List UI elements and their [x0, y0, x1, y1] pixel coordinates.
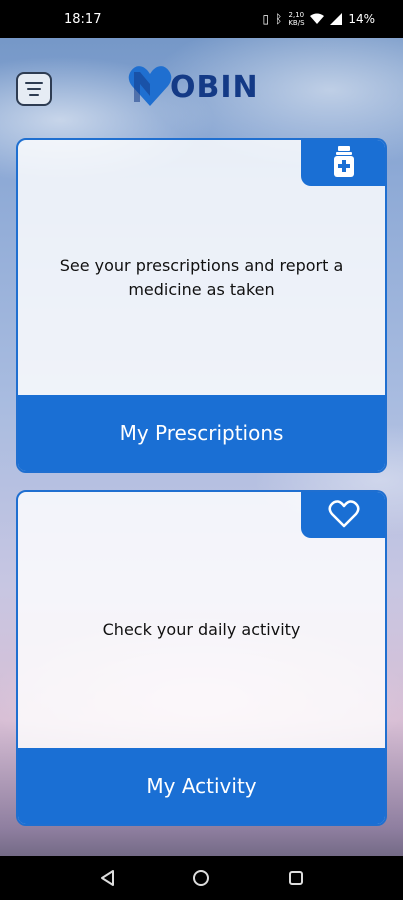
recents-button[interactable]	[284, 866, 308, 890]
medicine-bottle-icon	[334, 146, 354, 177]
recents-icon	[288, 871, 303, 885]
back-icon	[101, 870, 115, 886]
status-bar: 18:17 ▯ ᛒ 2,10 KB/S 14%	[0, 0, 403, 38]
activity-card[interactable]: Check your daily activity My Activity	[16, 490, 387, 826]
app-logo: OBIN	[128, 58, 259, 108]
home-icon	[193, 870, 210, 886]
heart-logo-icon	[128, 66, 172, 106]
android-nav-bar	[0, 856, 403, 900]
heart-icon	[328, 500, 360, 528]
vibrate-icon: ▯	[262, 12, 270, 26]
prescriptions-description: See your prescriptions and report a medi…	[59, 255, 344, 299]
activity-icon-tab	[301, 492, 385, 538]
my-activity-button[interactable]: My Activity	[18, 748, 385, 824]
wifi-icon	[310, 13, 325, 24]
bluetooth-icon: ᛒ	[275, 12, 283, 26]
status-icons: ▯ ᛒ 2,10 KB/S 14%	[263, 11, 375, 27]
signal-icon	[330, 13, 343, 25]
battery-percent: 14%	[348, 12, 375, 26]
back-button[interactable]	[95, 866, 119, 890]
prescriptions-icon-tab	[301, 140, 385, 186]
app-screen: 18:17 ▯ ᛒ 2,10 KB/S 14% OBIN See your pr…	[0, 0, 403, 900]
menu-button[interactable]	[16, 72, 52, 106]
my-prescriptions-button[interactable]: My Prescriptions	[18, 395, 385, 471]
activity-description: Check your daily activity	[102, 620, 301, 639]
home-button[interactable]	[189, 866, 213, 890]
menu-icon	[25, 82, 43, 84]
logo-text: OBIN	[170, 70, 259, 105]
data-speed-icon: 2,10 KB/S	[288, 11, 305, 27]
prescriptions-card[interactable]: See your prescriptions and report a medi…	[16, 138, 387, 473]
status-time: 18:17	[64, 11, 102, 27]
